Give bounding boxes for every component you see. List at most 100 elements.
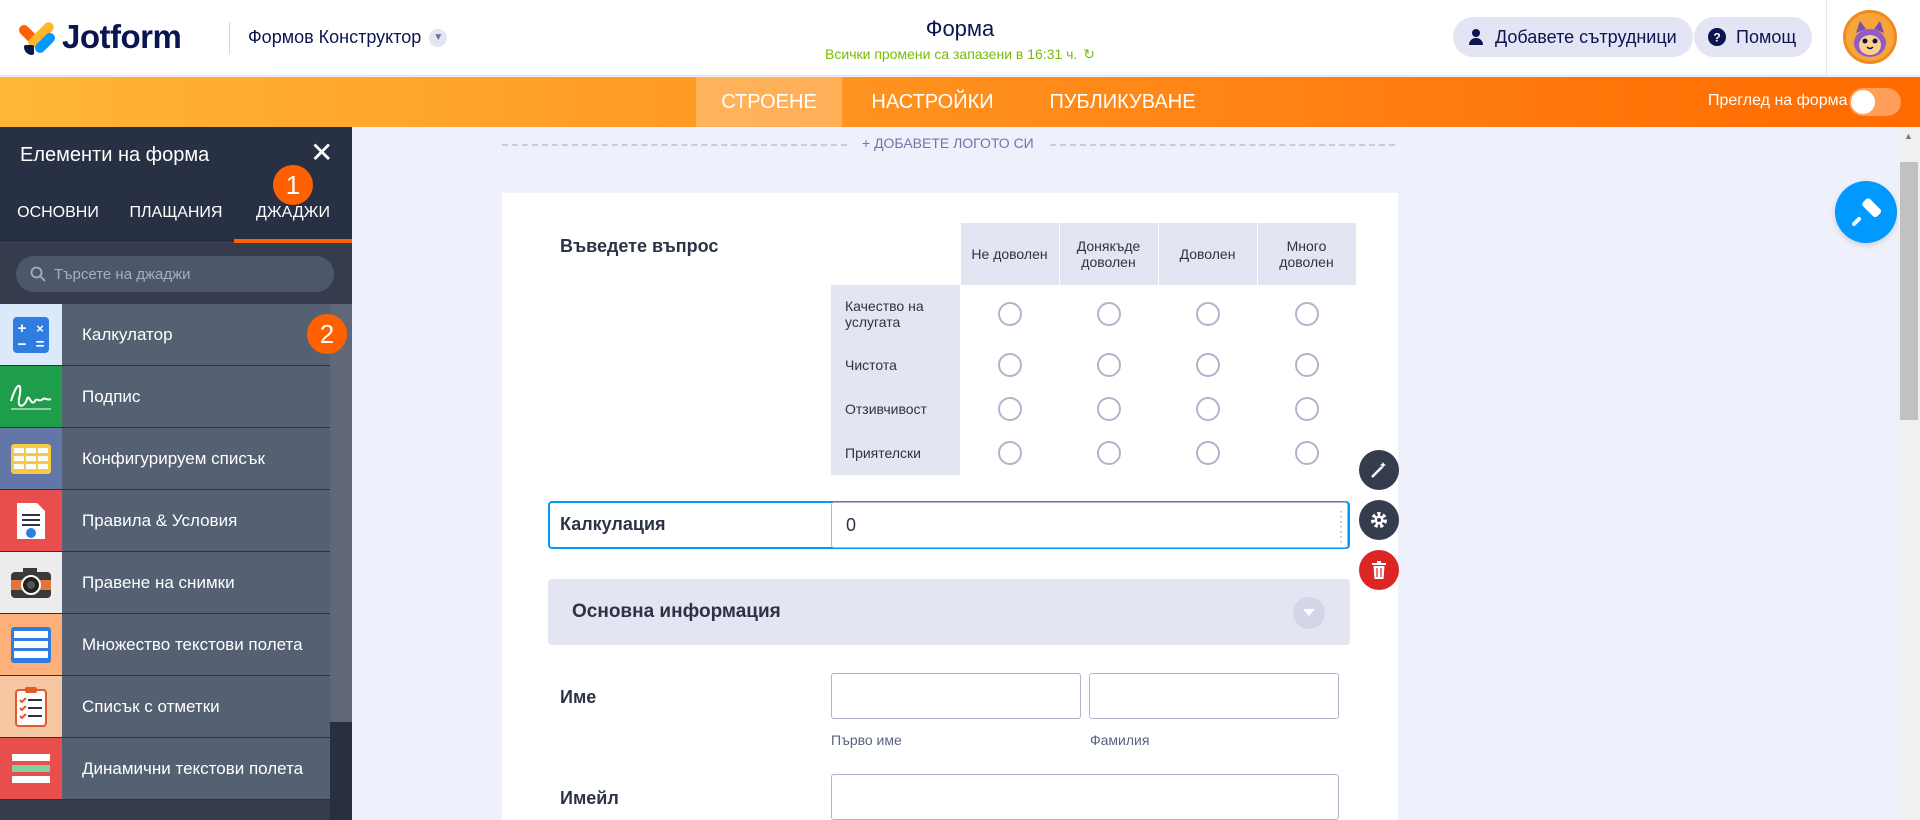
builder-menu-label: Формов Конструктор: [248, 27, 422, 47]
tab-build[interactable]: СТРОЕНЕ: [696, 77, 842, 127]
camera-icon: [0, 552, 62, 613]
matrix-row: Приятелски: [831, 431, 1356, 475]
matrix-row-label: Отзивчивост: [831, 387, 960, 431]
builder-menu-dropdown[interactable]: Формов Конструктор ▼: [248, 27, 448, 48]
save-status: Всички промени са запазени в 16:31 ч. ↻: [760, 46, 1160, 63]
widget-item-take-photo[interactable]: Правене на снимки: [0, 552, 330, 614]
matrix-question-label[interactable]: Въведете въпрос: [560, 236, 718, 257]
matrix-radio[interactable]: [1294, 353, 1319, 377]
matrix-radio[interactable]: [1195, 302, 1220, 326]
avatar-divider: [1826, 0, 1827, 76]
jotform-logo[interactable]: Jotform: [16, 18, 182, 56]
matrix-row: Отзивчивост: [831, 387, 1356, 431]
widget-label: Множество текстови полета: [82, 634, 303, 654]
matrix-radio[interactable]: [1294, 441, 1319, 465]
help-icon: ?: [1708, 28, 1726, 46]
calculation-label[interactable]: Калкулация: [560, 514, 666, 535]
page-scroll-thumb[interactable]: [1900, 162, 1918, 420]
chevron-down-icon[interactable]: [1293, 597, 1325, 629]
widget-list-scroll-thumb[interactable]: [330, 304, 352, 722]
matrix-radio[interactable]: [997, 441, 1022, 465]
widget-item-signature[interactable]: Подпис: [0, 366, 330, 428]
matrix-radio[interactable]: [1195, 353, 1220, 377]
matrix-row: Качество на услугата: [831, 285, 1356, 343]
svg-text:=: =: [36, 336, 45, 353]
widget-label: Списък с отметки: [82, 696, 220, 716]
signature-icon: [0, 366, 62, 427]
widget-item-multiple-text-fields[interactable]: Множество текстови полета: [0, 614, 330, 676]
save-status-text: Всички промени са запазени в 16:31 ч.: [825, 46, 1078, 62]
matrix-column-header: Донякъде доволен: [1059, 223, 1159, 285]
section-collapse[interactable]: Основна информация: [548, 579, 1350, 645]
matrix-radio[interactable]: [1096, 302, 1121, 326]
properties-button[interactable]: [1359, 500, 1399, 540]
svg-text:?: ?: [1713, 31, 1720, 45]
matrix-radio[interactable]: [997, 353, 1022, 377]
input-table-matrix: Не доволен Донякъде доволен Доволен Мног…: [831, 223, 1357, 475]
first-name-input[interactable]: [831, 673, 1081, 719]
email-label[interactable]: Имейл: [560, 788, 619, 809]
widget-item-dynamic-text-fields[interactable]: Динамични текстови полета: [0, 738, 330, 800]
widget-item-calculator[interactable]: + × − = Калкулатор: [0, 304, 330, 366]
widget-label: Конфигурируем списък: [82, 448, 265, 468]
widget-list-scrollbar[interactable]: [330, 304, 352, 820]
tab-publish[interactable]: ПУБЛИКУВАНЕ: [1040, 77, 1205, 127]
matrix-column-header: Не доволен: [960, 223, 1060, 285]
refresh-icon[interactable]: ↻: [1083, 46, 1095, 62]
magic-wand-icon: [1371, 462, 1386, 478]
name-label[interactable]: Име: [560, 687, 596, 708]
form-designer-button[interactable]: [1835, 181, 1897, 243]
matrix-row-label: Чистота: [831, 343, 960, 387]
svg-text:−: −: [18, 336, 27, 353]
add-logo-link[interactable]: + ДОБАВЕТЕ ЛОГОТО СИ: [848, 135, 1048, 151]
email-input[interactable]: [831, 774, 1339, 820]
delete-button[interactable]: [1359, 550, 1399, 590]
matrix-radio[interactable]: [1195, 397, 1220, 421]
matrix-radio[interactable]: [1096, 353, 1121, 377]
widget-item-configurable-list[interactable]: Конфигурируем списък: [0, 428, 330, 490]
calculation-input[interactable]: [831, 502, 1348, 548]
configurable-list-icon: [0, 428, 62, 489]
page-scrollbar[interactable]: ▲: [1898, 127, 1920, 820]
help-button[interactable]: ? Помощ: [1694, 17, 1813, 57]
tab-settings[interactable]: НАСТРОЙКИ: [860, 77, 1005, 127]
builder-nav: СТРОЕНЕ НАСТРОЙКИ ПУБЛИКУВАНЕ Преглед на…: [0, 77, 1920, 127]
scroll-up-arrow-icon[interactable]: ▲: [1904, 131, 1913, 141]
widget-label: Правене на снимки: [82, 572, 235, 592]
jotform-logo-icon: [16, 19, 58, 56]
last-name-input[interactable]: [1089, 673, 1339, 719]
matrix-row: Чистота: [831, 343, 1356, 387]
widget-item-checklist[interactable]: Списък с отметки: [0, 676, 330, 738]
close-icon[interactable]: ✕: [310, 139, 333, 167]
preview-form-toggle[interactable]: [1849, 88, 1901, 116]
tab-payments[interactable]: ПЛАЩАНИЯ: [120, 183, 232, 243]
form-title[interactable]: Форма: [760, 16, 1160, 42]
section-title: Основна информация: [572, 601, 781, 622]
tab-basic[interactable]: ОСНОВНИ: [10, 183, 106, 243]
wand-button[interactable]: [1359, 450, 1399, 490]
cat-avatar-icon: [1846, 13, 1894, 61]
widget-label: Калкулатор: [82, 324, 173, 344]
drag-handle-icon[interactable]: ⋮ ⋮ ⋮: [1334, 509, 1348, 543]
widget-search-input[interactable]: [54, 265, 324, 283]
svg-text:+: +: [18, 320, 27, 337]
multiple-text-fields-icon: [0, 614, 62, 675]
matrix-radio[interactable]: [1294, 397, 1319, 421]
matrix-column-header: Много доволен: [1257, 223, 1357, 285]
terms-document-icon: [0, 490, 62, 551]
matrix-radio[interactable]: [1195, 441, 1220, 465]
widget-search: [16, 256, 334, 292]
user-avatar[interactable]: [1843, 10, 1897, 64]
matrix-corner: [831, 223, 961, 285]
add-collaborators-label: Добавете сътрудници: [1495, 26, 1677, 47]
paint-roller-icon: [1852, 198, 1881, 226]
add-collaborators-button[interactable]: Добавете сътрудници: [1453, 17, 1693, 57]
widget-item-terms[interactable]: Правила & Условия: [0, 490, 330, 552]
matrix-radio[interactable]: [1294, 302, 1319, 326]
checklist-icon: [0, 676, 62, 737]
matrix-radio[interactable]: [1096, 441, 1121, 465]
matrix-radio[interactable]: [997, 397, 1022, 421]
matrix-radio[interactable]: [1096, 397, 1121, 421]
matrix-radio[interactable]: [997, 302, 1022, 326]
form-elements-panel: Елементи на форма ✕ ОСНОВНИ ПЛАЩАНИЯ ДЖА…: [0, 127, 352, 820]
